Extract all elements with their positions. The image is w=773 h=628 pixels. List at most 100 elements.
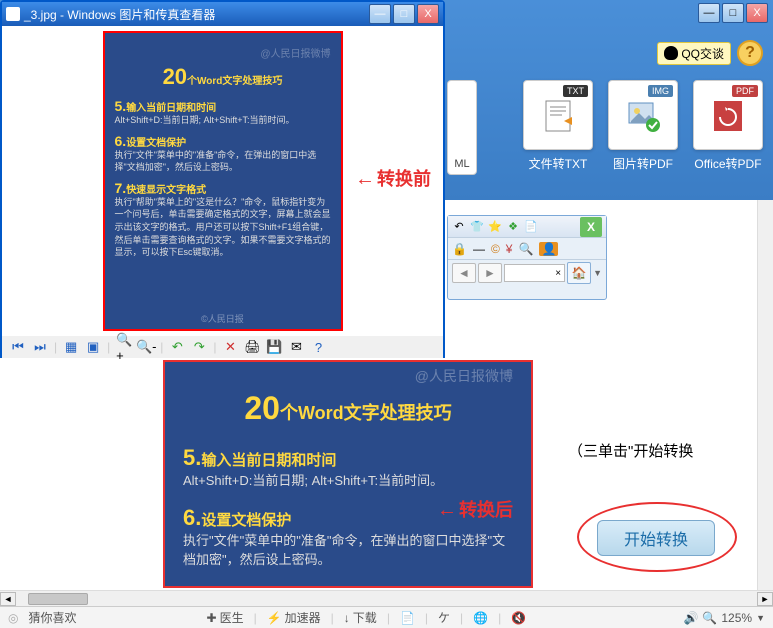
pv-save-button[interactable]: 💾 — [267, 339, 283, 355]
displayed-image-after: @人民日报微博 20个Word文字处理技巧 5.输入当前日期和时间 Alt+Sh… — [163, 360, 533, 588]
app-icon — [6, 7, 20, 21]
status-accelerator[interactable]: ⚡ 加速器 — [267, 609, 321, 626]
tool-label-txt: 文件转TXT — [529, 155, 588, 172]
status-bar: ◎ 猜你喜欢 ✚ 医生 | ⚡ 加速器 | ↓ 下载 | 📄 | ケ | 🌐 |… — [0, 606, 773, 628]
pv-actual-button[interactable]: ▣ — [85, 339, 101, 355]
address-bar[interactable]: × — [504, 264, 565, 282]
tool-label-pdf: Office转PDF — [694, 155, 761, 172]
displayed-image-before: @人民日报微博 20个Word文字处理技巧 5.输入当前日期和时间 Alt+Sh… — [103, 31, 343, 331]
pv-print-button[interactable]: 🖨 — [245, 339, 261, 355]
vertical-scrollbar[interactable] — [757, 200, 773, 590]
qq-penguin-icon — [664, 46, 678, 60]
pv-help-button[interactable]: ? — [311, 339, 327, 355]
format-label-pdf: PDF — [732, 85, 758, 97]
dash-icon: — — [473, 242, 485, 256]
minimize-button[interactable]: — — [698, 3, 720, 23]
image-section-5-large: 5.输入当前日期和时间 Alt+Shift+D:当前日期; Alt+Shift+… — [183, 445, 513, 491]
back-icon[interactable]: ↶ — [452, 220, 466, 234]
scroll-thumb[interactable] — [28, 593, 88, 605]
pv-rotate-cw-button[interactable]: ↷ — [191, 339, 207, 355]
format-label-img: IMG — [648, 85, 673, 97]
document-lines-icon — [538, 95, 578, 135]
format-label-txt: TXT — [563, 85, 588, 97]
home-button[interactable]: 🏠 — [567, 262, 591, 284]
tool-card-partial[interactable]: ML — [447, 80, 477, 175]
horizontal-scrollbar[interactable]: ◄ ► — [0, 590, 773, 606]
pv-fit-button[interactable]: ▦ — [63, 339, 79, 355]
tool-label-img: 图片转PDF — [613, 155, 673, 172]
image-title: 20个Word文字处理技巧 — [115, 64, 331, 90]
image-section-6: 6.设置文档保护 执行"文件"菜单中的"准备"命令，在弹出的窗口中选择"文档加密… — [115, 133, 331, 174]
status-bullet-icon: ◎ — [8, 611, 18, 625]
image-title-large: 20个Word文字处理技巧 — [183, 390, 513, 427]
image-check-icon — [623, 95, 663, 135]
star-icon[interactable]: ⭐ — [488, 220, 502, 234]
nav-back-button[interactable]: ◄ — [452, 263, 476, 283]
yen-icon[interactable]: ¥ — [506, 242, 513, 256]
status-speaker-icon[interactable]: 🔊 — [683, 611, 698, 625]
photo-viewer-titlebar[interactable]: _3.jpg - Windows 图片和传真查看器 — □ X — [2, 2, 443, 26]
diamond-icon[interactable]: ❖ — [506, 220, 520, 234]
browser-nav-row: ◄ ► × 🏠 ▼ — [448, 260, 606, 286]
instruction-text: （三单击"开始转换 — [568, 440, 693, 461]
qq-chat-label: QQ交谈 — [681, 45, 724, 62]
lock-icon[interactable]: 🔒 — [452, 242, 467, 256]
maximize-button[interactable]: □ — [722, 3, 744, 23]
close-button[interactable]: X — [746, 3, 768, 23]
nav-fwd-button[interactable]: ► — [478, 263, 502, 283]
search-icon[interactable]: 🔍 — [518, 242, 533, 256]
image-watermark-large: @人民日报微博 — [183, 366, 513, 386]
browser-fragment-window: ↶ 👕 ⭐ ❖ 📄 X 🔒 — © ¥ 🔍 👤 ◄ ► × 🏠 ▼ — [447, 215, 607, 300]
help-icon[interactable]: ? — [737, 40, 763, 66]
pdf-swirl-icon — [708, 95, 748, 135]
copyright-icon[interactable]: © — [491, 242, 500, 256]
pv-zoom-in-button[interactable]: 🔍+ — [116, 339, 132, 355]
status-page-icon[interactable]: 📄 — [400, 611, 415, 625]
browser-toolbar-2: 🔒 — © ¥ 🔍 👤 — [448, 238, 606, 260]
main-window-controls: — □ X — [698, 3, 768, 23]
image-section-7: 7.快速显示文字格式 执行"帮助"菜单上的"这是什么？"命令，鼠标指针变为一个问… — [115, 180, 331, 259]
status-like[interactable]: 猜你喜欢 — [28, 609, 76, 626]
browser-toolbar-1: ↶ 👕 ⭐ ❖ 📄 X — [448, 216, 606, 238]
status-mute-icon[interactable]: 🔇 — [511, 611, 526, 625]
shirt-icon[interactable]: 👕 — [470, 220, 484, 234]
zoom-dropdown-icon[interactable]: ▼ — [756, 613, 765, 623]
pv-rotate-ccw-button[interactable]: ↶ — [169, 339, 185, 355]
zoom-controls: 🔊 🔍 125% ▼ — [683, 611, 765, 625]
start-convert-button[interactable]: 开始转换 — [597, 520, 715, 556]
tool-card-img[interactable]: IMG 图片转PDF — [608, 80, 678, 172]
image-footer: ©人民日报 — [105, 312, 341, 325]
pv-next-button[interactable]: ⏭ — [32, 339, 48, 355]
status-globe-icon[interactable]: 🌐 — [473, 611, 488, 625]
page-icon[interactable]: 📄 — [524, 220, 538, 234]
user-icon[interactable]: 👤 — [539, 242, 558, 256]
tool-card-txt[interactable]: TXT 文件转TXT — [523, 80, 593, 172]
qq-chat-badge[interactable]: QQ交谈 — [657, 42, 731, 65]
pv-zoom-out-button[interactable]: 🔍- — [138, 339, 154, 355]
tool-card-pdf[interactable]: PDF Office转PDF — [693, 80, 763, 172]
photo-viewer-toolbar: ⏮ ⏭ | ▦ ▣ | 🔍+ 🔍- | ↶ ↷ | ✕ 🖨 💾 ✉ ? — [2, 336, 443, 358]
pv-delete-button[interactable]: ✕ — [223, 339, 239, 355]
zoom-level[interactable]: 125% — [721, 611, 752, 625]
pv-maximize-button[interactable]: □ — [393, 4, 415, 24]
start-button-area: 开始转换 — [597, 520, 715, 556]
top-badge-row: QQ交谈 ? — [657, 40, 763, 66]
pv-prev-button[interactable]: ⏮ — [10, 339, 26, 355]
zoom-icon[interactable]: 🔍 — [702, 611, 717, 625]
tool-card-row: TXT 文件转TXT IMG 图片转PDF PDF Office转PDF — [523, 80, 763, 172]
annotation-before: 转换前 — [355, 165, 431, 191]
image-section-5: 5.输入当前日期和时间 Alt+Shift+D:当前日期; Alt+Shift+… — [115, 98, 331, 127]
image-watermark: @人民日报微博 — [115, 45, 331, 60]
status-download[interactable]: ↓ 下载 — [344, 609, 377, 626]
scroll-left-button[interactable]: ◄ — [0, 592, 16, 606]
status-ke[interactable]: ケ — [438, 609, 450, 626]
scroll-right-button[interactable]: ► — [757, 592, 773, 606]
pv-mail-button[interactable]: ✉ — [289, 339, 305, 355]
photo-viewer-title: _3.jpg - Windows 图片和传真查看器 — [24, 6, 215, 23]
pv-minimize-button[interactable]: — — [369, 4, 391, 24]
status-doctor[interactable]: ✚ 医生 — [207, 609, 244, 626]
green-close-button[interactable]: X — [580, 217, 602, 237]
chevron-down-icon[interactable]: ▼ — [593, 268, 602, 278]
annotation-after: 转换后 — [437, 496, 513, 522]
pv-close-button[interactable]: X — [417, 4, 439, 24]
